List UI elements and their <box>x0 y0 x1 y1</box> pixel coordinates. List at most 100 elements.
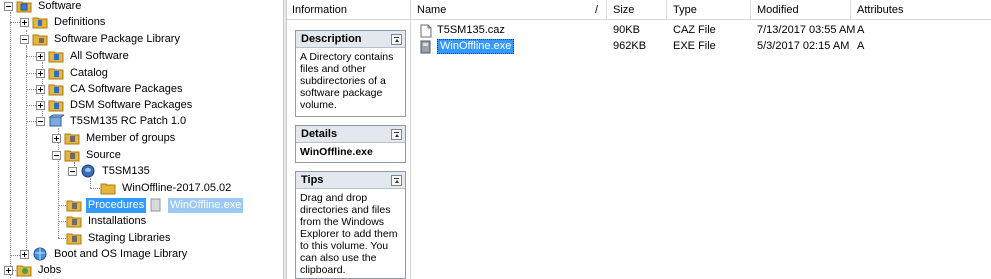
tree-item-label: Staging Libraries <box>88 231 171 244</box>
collapse-toggle[interactable] <box>68 166 77 176</box>
collapse-icon[interactable] <box>391 174 402 186</box>
tree-item-label: Software <box>38 0 82 12</box>
file-size: 962KB <box>613 40 647 52</box>
collapse-toggle[interactable] <box>20 34 29 44</box>
tree-item-label: All Software <box>70 49 129 62</box>
tree-item-label: Source <box>86 148 121 161</box>
tree-item-all-software[interactable]: All Software <box>36 48 131 64</box>
software-folder-icon <box>16 0 32 13</box>
folder-icon <box>32 15 48 29</box>
document-icon <box>419 24 435 38</box>
expand-toggle[interactable] <box>20 249 29 259</box>
details-title: Details <box>301 128 338 140</box>
folder-icon <box>64 131 80 145</box>
file-modified: 7/13/2017 03:55 AM <box>757 24 856 36</box>
column-header-type[interactable]: Type <box>667 0 751 20</box>
tree-item-staging-libraries[interactable]: Staging Libraries <box>66 230 173 246</box>
tree-view[interactable]: Software Definitions Software Package Li… <box>0 0 283 279</box>
tree-item-label: Definitions <box>54 15 106 28</box>
file-name: T5SM135.caz <box>437 24 505 36</box>
tree-item-label: Catalog <box>70 66 108 79</box>
tips-title: Tips <box>301 174 324 186</box>
jobs-icon <box>16 263 32 277</box>
tree-item-ca-software-packages[interactable]: CA Software Packages <box>36 81 185 97</box>
expand-toggle[interactable] <box>36 100 45 110</box>
tree-item-label: T5SM135 <box>102 164 150 177</box>
folder-icon <box>66 214 82 228</box>
file-attributes: A <box>857 40 865 52</box>
folder-icon <box>48 82 64 96</box>
description-panel: Description A Directory contains files a… <box>295 30 406 117</box>
tree-item-catalog[interactable]: Catalog <box>36 65 110 81</box>
tree-item-label: CA Software Packages <box>70 82 183 95</box>
tree-item-label: WinOffline-2017.05.02 <box>122 181 232 194</box>
list-item[interactable]: T5SM135.caz 90KB CAZ File 7/13/2017 03:5… <box>411 23 991 38</box>
tree-item-member-of-groups[interactable]: Member of groups <box>52 130 177 146</box>
expand-toggle[interactable] <box>36 84 45 94</box>
tree-item-winoffline-folder[interactable]: WinOffline-2017.05.02 <box>100 180 233 196</box>
tree-item-label: T5SM135 RC Patch 1.0 <box>70 114 187 127</box>
collapse-icon[interactable] <box>391 33 402 45</box>
folder-icon <box>48 66 64 80</box>
file-name: WinOffline.exe <box>437 39 515 54</box>
executable-icon <box>419 40 435 54</box>
expand-toggle[interactable] <box>20 17 29 27</box>
tree-item-software[interactable]: Software <box>4 0 83 14</box>
folder-icon <box>66 231 82 245</box>
tips-panel: Tips Drag and drop directories and files… <box>295 171 406 279</box>
tree-item-source[interactable]: Source <box>52 147 123 163</box>
executable-icon <box>148 198 164 212</box>
details-panel: Details WinOffline.exe <box>295 125 406 163</box>
collapse-toggle[interactable] <box>36 116 45 126</box>
file-size: 90KB <box>613 24 640 36</box>
expand-toggle[interactable] <box>36 51 45 61</box>
tree-item-software-package-library[interactable]: Software Package Library <box>20 31 182 47</box>
globe-icon <box>32 247 48 261</box>
tree-item-t5sm135-volume[interactable]: T5SM135 <box>68 163 152 179</box>
collapse-toggle[interactable] <box>52 150 61 160</box>
file-type: CAZ File <box>673 24 716 36</box>
folder-icon <box>100 181 116 195</box>
column-header-modified[interactable]: Modified <box>751 0 851 20</box>
tree-item-t5sm135-rc-patch[interactable]: T5SM135 RC Patch 1.0 <box>36 113 188 129</box>
column-header-attributes[interactable]: Attributes <box>851 0 991 20</box>
description-text: A Directory contains files and other sub… <box>300 51 394 111</box>
expand-toggle[interactable] <box>4 265 13 275</box>
tree-item-label: Procedures <box>86 197 147 213</box>
tree-item-label: Member of groups <box>86 131 176 144</box>
information-header: Information <box>287 0 410 20</box>
sort-indicator-icon: / <box>595 4 599 16</box>
column-header-name[interactable]: Name / <box>411 0 607 20</box>
tree-item-label: Jobs <box>38 263 62 276</box>
tree-item-boot-os-image-library[interactable]: Boot and OS Image Library <box>20 246 189 262</box>
folder-icon <box>48 98 64 112</box>
drag-ghost: WinOffline.exe <box>148 196 244 214</box>
drag-ghost-label: WinOffline.exe <box>168 197 244 213</box>
details-text: WinOffline.exe <box>300 146 373 158</box>
folder-icon <box>48 49 64 63</box>
tree-item-jobs[interactable]: Jobs <box>4 262 63 278</box>
folder-icon <box>32 32 48 46</box>
tree-item-label: Software Package Library <box>54 32 180 45</box>
information-pane: Information Description A Directory cont… <box>287 0 411 279</box>
tips-text: Drag and drop directories and files from… <box>300 192 398 276</box>
list-item[interactable]: WinOffline.exe 962KB EXE File 5/3/2017 0… <box>411 39 991 54</box>
tree-item-definitions[interactable]: Definitions <box>20 14 107 30</box>
tree-item-installations[interactable]: Installations <box>66 213 148 229</box>
package-icon <box>48 114 64 128</box>
collapse-icon[interactable] <box>391 128 402 140</box>
collapse-toggle[interactable] <box>4 1 13 11</box>
file-type: EXE File <box>673 40 716 52</box>
folder-icon <box>64 148 80 162</box>
description-title: Description <box>301 33 362 45</box>
file-list[interactable]: Name / Size Type Modified Attributes T5S… <box>411 0 991 279</box>
file-modified: 5/3/2017 02:15 AM <box>757 40 850 52</box>
column-header-size[interactable]: Size <box>607 0 667 20</box>
expand-toggle[interactable] <box>52 133 61 143</box>
tree-item-dsm-software-packages[interactable]: DSM Software Packages <box>36 97 194 113</box>
tree-item-procedures[interactable]: Procedures <box>66 197 147 213</box>
file-attributes: A <box>857 24 865 36</box>
tree-item-label: Boot and OS Image Library <box>54 247 188 260</box>
expand-toggle[interactable] <box>36 68 45 78</box>
volume-icon <box>80 164 96 178</box>
